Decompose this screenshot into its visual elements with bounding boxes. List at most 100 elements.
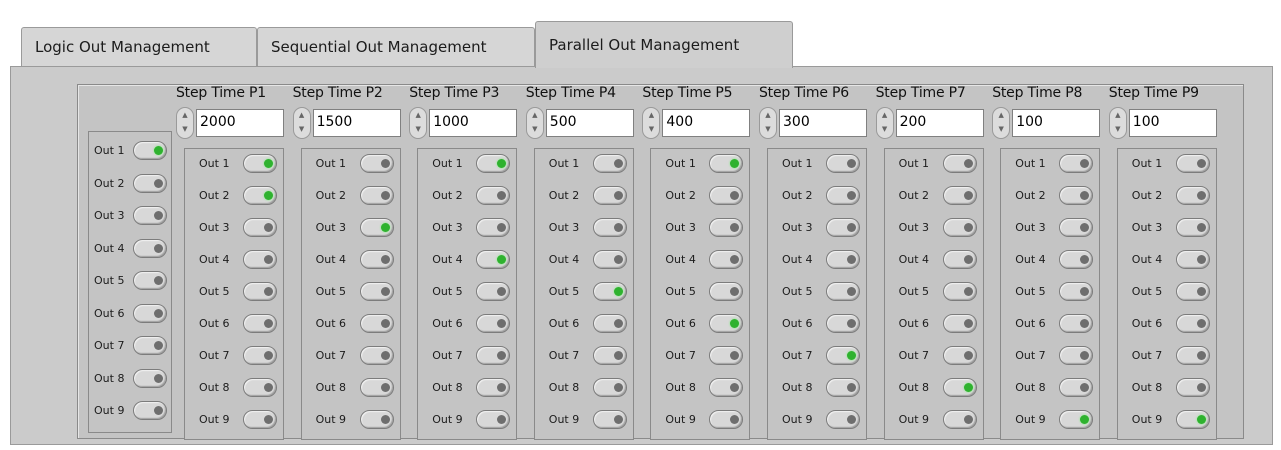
- led-indicator[interactable]: [359, 282, 394, 301]
- step-time-input[interactable]: 2000: [196, 109, 284, 137]
- led-indicator[interactable]: [1175, 378, 1210, 397]
- led-indicator[interactable]: [942, 250, 977, 269]
- led-indicator[interactable]: [709, 346, 744, 365]
- led-indicator[interactable]: [826, 346, 860, 365]
- led-indicator[interactable]: [243, 282, 277, 301]
- down-arrow-icon[interactable]: ▼: [649, 125, 654, 133]
- led-indicator[interactable]: [709, 378, 744, 397]
- led-indicator[interactable]: [243, 346, 277, 365]
- led-indicator[interactable]: [709, 154, 744, 173]
- led-indicator[interactable]: [243, 314, 277, 333]
- step-time-input[interactable]: 500: [545, 109, 634, 137]
- led-indicator[interactable]: [826, 410, 860, 429]
- led-indicator[interactable]: [1175, 186, 1210, 205]
- led-indicator[interactable]: [709, 250, 744, 269]
- led-indicator[interactable]: [942, 186, 977, 205]
- led-indicator[interactable]: [133, 303, 167, 323]
- led-indicator[interactable]: [133, 141, 167, 160]
- led-indicator[interactable]: [243, 410, 277, 429]
- up-arrow-icon[interactable]: ▲: [532, 111, 537, 119]
- up-arrow-icon[interactable]: ▲: [882, 111, 887, 119]
- led-indicator[interactable]: [1175, 346, 1210, 365]
- led-indicator[interactable]: [476, 314, 511, 333]
- step-time-input[interactable]: 100: [1128, 109, 1217, 137]
- up-arrow-icon[interactable]: ▲: [299, 111, 304, 119]
- increment-decrement-icon[interactable]: ▲ ▼: [992, 107, 1011, 139]
- led-indicator[interactable]: [709, 186, 744, 205]
- up-arrow-icon[interactable]: ▲: [415, 111, 420, 119]
- led-indicator[interactable]: [476, 410, 511, 429]
- led-indicator[interactable]: [592, 250, 627, 269]
- led-indicator[interactable]: [826, 218, 860, 237]
- led-indicator[interactable]: [709, 218, 744, 237]
- led-indicator[interactable]: [133, 271, 167, 290]
- increment-decrement-icon[interactable]: ▲ ▼: [759, 107, 777, 139]
- down-arrow-icon[interactable]: ▼: [415, 125, 420, 133]
- led-indicator[interactable]: [476, 250, 511, 269]
- led-indicator[interactable]: [942, 314, 977, 333]
- led-indicator[interactable]: [243, 378, 277, 397]
- led-indicator[interactable]: [1059, 378, 1094, 397]
- down-arrow-icon[interactable]: ▼: [1115, 125, 1120, 133]
- led-indicator[interactable]: [709, 314, 744, 333]
- led-indicator[interactable]: [359, 250, 394, 269]
- led-indicator[interactable]: [592, 410, 627, 429]
- led-indicator[interactable]: [359, 186, 394, 205]
- led-indicator[interactable]: [942, 378, 977, 397]
- led-indicator[interactable]: [1175, 314, 1210, 333]
- step-time-input[interactable]: 400: [662, 109, 751, 137]
- step-time-input[interactable]: 100: [1012, 109, 1101, 137]
- led-indicator[interactable]: [243, 186, 277, 205]
- led-indicator[interactable]: [592, 186, 627, 205]
- led-indicator[interactable]: [1059, 314, 1094, 333]
- led-indicator[interactable]: [476, 378, 511, 397]
- led-indicator[interactable]: [826, 378, 860, 397]
- led-indicator[interactable]: [942, 282, 977, 301]
- led-indicator[interactable]: [592, 282, 627, 301]
- led-indicator[interactable]: [133, 336, 167, 355]
- led-indicator[interactable]: [709, 410, 744, 429]
- led-indicator[interactable]: [359, 154, 394, 173]
- tab-sequential-out-management[interactable]: Sequential Out Management: [257, 27, 535, 67]
- led-indicator[interactable]: [359, 218, 394, 237]
- step-time-input[interactable]: 200: [895, 109, 984, 137]
- down-arrow-icon[interactable]: ▼: [299, 125, 304, 133]
- led-indicator[interactable]: [592, 218, 627, 237]
- down-arrow-icon[interactable]: ▼: [765, 125, 770, 133]
- led-indicator[interactable]: [942, 154, 977, 173]
- step-time-input[interactable]: 1500: [312, 109, 401, 137]
- tab-parallel-out-management[interactable]: Parallel Out Management: [535, 21, 793, 68]
- led-indicator[interactable]: [1175, 154, 1210, 173]
- step-time-input[interactable]: 300: [779, 109, 867, 137]
- led-indicator[interactable]: [592, 154, 627, 173]
- led-indicator[interactable]: [243, 250, 277, 269]
- up-arrow-icon[interactable]: ▲: [765, 111, 770, 119]
- led-indicator[interactable]: [476, 218, 511, 237]
- increment-decrement-icon[interactable]: ▲ ▼: [292, 107, 311, 139]
- increment-decrement-icon[interactable]: ▲ ▼: [176, 107, 194, 139]
- led-indicator[interactable]: [826, 186, 860, 205]
- led-indicator[interactable]: [592, 378, 627, 397]
- led-indicator[interactable]: [1175, 218, 1210, 237]
- increment-decrement-icon[interactable]: ▲ ▼: [409, 107, 428, 139]
- up-arrow-icon[interactable]: ▲: [182, 111, 187, 119]
- led-indicator[interactable]: [592, 346, 627, 365]
- led-indicator[interactable]: [133, 238, 167, 258]
- led-indicator[interactable]: [826, 314, 860, 333]
- led-indicator[interactable]: [476, 346, 511, 365]
- down-arrow-icon[interactable]: ▼: [532, 125, 537, 133]
- led-indicator[interactable]: [709, 282, 744, 301]
- led-indicator[interactable]: [1059, 186, 1094, 205]
- led-indicator[interactable]: [133, 401, 167, 420]
- led-indicator[interactable]: [133, 173, 167, 193]
- led-indicator[interactable]: [243, 154, 277, 173]
- led-indicator[interactable]: [1059, 346, 1094, 365]
- up-arrow-icon[interactable]: ▲: [1115, 111, 1120, 119]
- increment-decrement-icon[interactable]: ▲ ▼: [642, 107, 661, 139]
- led-indicator[interactable]: [592, 314, 627, 333]
- up-arrow-icon[interactable]: ▲: [649, 111, 654, 119]
- down-arrow-icon[interactable]: ▼: [182, 125, 187, 133]
- increment-decrement-icon[interactable]: ▲ ▼: [525, 107, 544, 139]
- led-indicator[interactable]: [826, 282, 860, 301]
- led-indicator[interactable]: [359, 346, 394, 365]
